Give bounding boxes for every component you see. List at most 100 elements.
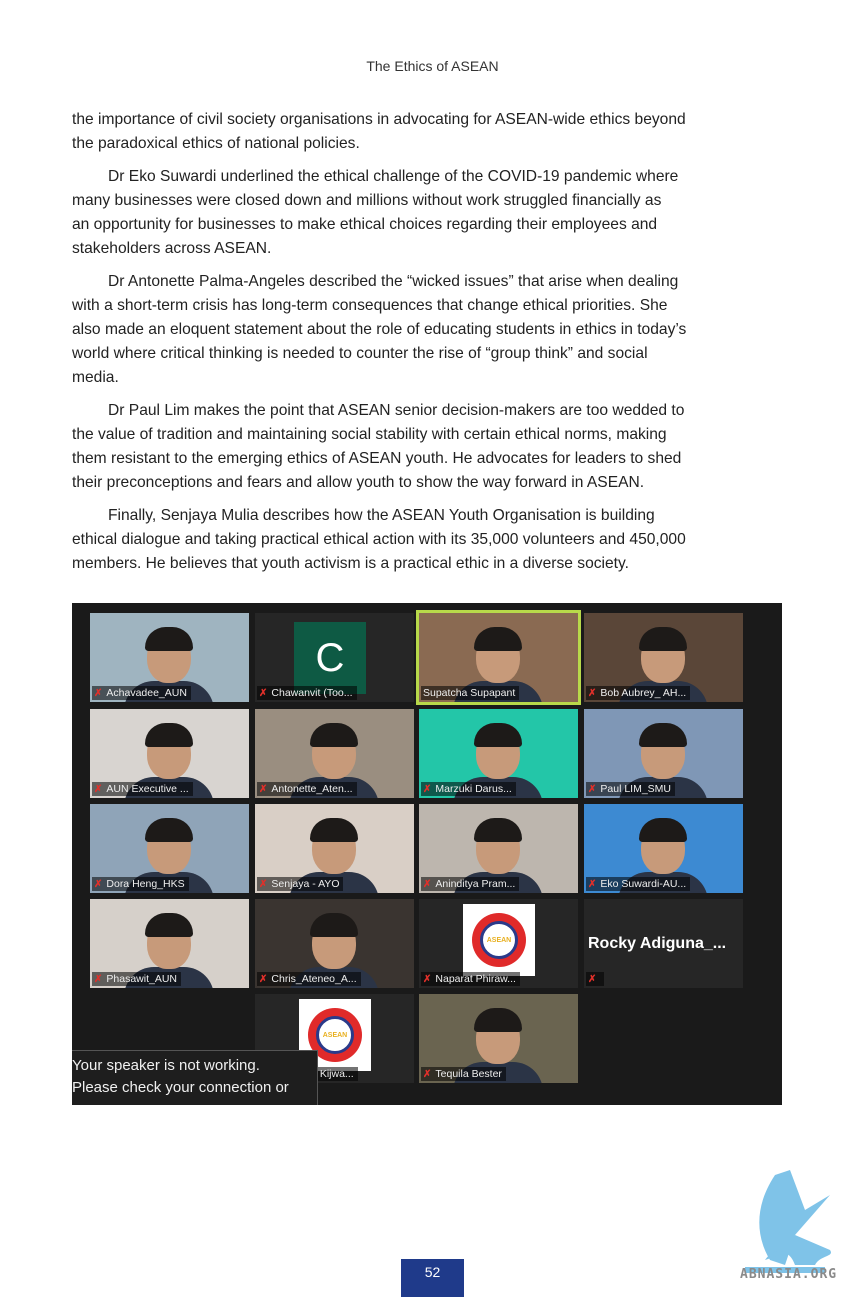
document-page: The Ethics of ASEAN the importance of ci… xyxy=(0,0,865,1297)
speaker-warning-toast: Your speaker is not working. Please chec… xyxy=(72,1050,318,1105)
participant-tile[interactable]: ✗ Achavadee_AUN xyxy=(90,613,249,702)
person-hair xyxy=(639,627,687,651)
name-tag: ✗ Bob Aubrey_ AH... xyxy=(586,686,691,700)
participant-name: Chris_Ateneo_A... xyxy=(271,973,357,985)
paragraph: Dr Eko Suwardi underlined the ethical ch… xyxy=(72,165,772,261)
participant-tile[interactable]: ✗ Marzuki Darus... xyxy=(419,709,578,798)
person-hair xyxy=(310,913,358,937)
toast-line: Please check your connection or xyxy=(72,1079,289,1096)
participant-tile[interactable]: ✗ Eko Suwardi-AU... xyxy=(584,804,743,893)
muted-mic-icon: ✗ xyxy=(423,879,432,890)
participant-name: Supatcha Supapant xyxy=(423,687,516,699)
participant-tile[interactable]: ✗ Chris_Ateneo_A... xyxy=(255,899,414,988)
name-tag: ✗ Achavadee_AUN xyxy=(92,686,191,700)
muted-mic-icon: ✗ xyxy=(94,784,103,795)
name-tag: ✗ xyxy=(586,972,605,986)
toast-line: Your speaker is not working. xyxy=(72,1057,260,1074)
muted-mic-icon: ✗ xyxy=(423,784,432,795)
participant-name: Phasawit_AUN xyxy=(106,973,178,985)
participant-tile[interactable]: ✗ Tequila Bester xyxy=(419,994,578,1083)
text-line: stakeholders across ASEAN. xyxy=(72,240,272,257)
name-tag: ✗ AUN Executive ... xyxy=(92,782,193,796)
page-number: 52 xyxy=(401,1259,464,1297)
person-hair xyxy=(474,818,522,842)
participant-name: Chawanvit (Too... xyxy=(271,687,353,699)
name-tag: ✗ Chawanvit (Too... xyxy=(257,686,357,700)
person-hair xyxy=(474,723,522,747)
participant-tile[interactable]: Supatcha Supapant xyxy=(416,610,581,705)
muted-mic-icon: ✗ xyxy=(94,688,103,699)
muted-mic-icon: ✗ xyxy=(588,688,597,699)
name-tag: ✗ Dora Heng_HKS xyxy=(92,877,189,891)
participant-name: Naparat Phiraw... xyxy=(435,973,516,985)
paragraph: Finally, Senjaya Mulia describes how the… xyxy=(72,504,772,576)
name-tag: ✗ Senjaya - AYO xyxy=(257,877,344,891)
participant-name: Aninditya Pram... xyxy=(435,878,516,890)
participant-name: Dora Heng_HKS xyxy=(106,878,185,890)
name-tag: ✗ Tequila Bester xyxy=(421,1067,506,1081)
text-line: with a short-term crisis has long-term c… xyxy=(72,297,668,314)
text-line: the paradoxical ethics of national polic… xyxy=(72,135,360,152)
name-tag: ✗ Paul LIM_SMU xyxy=(586,782,675,796)
participant-name: Senjaya - AYO xyxy=(271,878,340,890)
name-tag: ✗ Aninditya Pram... xyxy=(421,877,520,891)
name-tag: ✗ Chris_Ateneo_A... xyxy=(257,972,361,986)
paragraph: Dr Paul Lim makes the point that ASEAN s… xyxy=(72,399,772,495)
text-line: the value of tradition and maintaining s… xyxy=(72,426,667,443)
running-header: The Ethics of ASEAN xyxy=(366,58,499,74)
name-tag: ✗ Marzuki Darus... xyxy=(421,782,516,796)
muted-mic-icon: ✗ xyxy=(94,879,103,890)
muted-mic-icon: ✗ xyxy=(423,1069,432,1080)
person-hair xyxy=(145,723,193,747)
muted-mic-icon: ✗ xyxy=(94,974,103,985)
muted-mic-icon: ✗ xyxy=(588,974,597,985)
paragraph: the importance of civil society organisa… xyxy=(72,108,772,156)
participant-tile[interactable]: ✗ Dora Heng_HKS xyxy=(90,804,249,893)
person-hair xyxy=(145,627,193,651)
participant-name: Paul LIM_SMU xyxy=(600,783,671,795)
body-text: the importance of civil society organisa… xyxy=(72,108,772,585)
text-line: Dr Antonette Palma-Angeles described the… xyxy=(108,273,679,290)
asean-logo-icon: ASEAN xyxy=(463,904,535,976)
participant-name: Bob Aubrey_ AH... xyxy=(600,687,687,699)
participant-name-large: Rocky Adiguna_... xyxy=(588,935,727,952)
text-line: the importance of civil society organisa… xyxy=(72,111,686,128)
participant-name: Eko Suwardi-AU... xyxy=(600,878,687,890)
participant-tile[interactable]: ✗ Senjaya - AYO xyxy=(255,804,414,893)
name-tag: ✗ Antonette_Aten... xyxy=(257,782,357,796)
text-line: them resistant to the emerging ethics of… xyxy=(72,450,682,467)
person-hair xyxy=(145,818,193,842)
text-line: ethical dialogue and taking practical et… xyxy=(72,531,686,548)
participant-tile[interactable]: ASEAN ✗ Naparat Phiraw... xyxy=(419,899,578,988)
participant-name: Antonette_Aten... xyxy=(271,783,353,795)
muted-mic-icon: ✗ xyxy=(259,688,268,699)
text-line: world where critical thinking is needed … xyxy=(72,345,648,362)
participant-tile[interactable]: ✗ Phasawit_AUN xyxy=(90,899,249,988)
watermark-text: ABNASIA.ORG xyxy=(740,1267,838,1282)
text-line: also made an eloquent statement about th… xyxy=(72,321,687,338)
participant-tile[interactable]: Rocky Adiguna_... ✗ xyxy=(584,899,743,988)
participant-tile[interactable]: C ✗ Chawanvit (Too... xyxy=(255,613,414,702)
name-tag: ✗ Naparat Phiraw... xyxy=(421,972,520,986)
text-line: many businesses were closed down and mil… xyxy=(72,192,662,209)
name-tag: ✗ Phasawit_AUN xyxy=(92,972,182,986)
text-line: Dr Eko Suwardi underlined the ethical ch… xyxy=(108,168,679,185)
name-tag: ✗ Eko Suwardi-AU... xyxy=(586,877,691,891)
muted-mic-icon: ✗ xyxy=(588,879,597,890)
person-hair xyxy=(639,818,687,842)
participant-tile[interactable]: ✗ AUN Executive ... xyxy=(90,709,249,798)
text-line: media. xyxy=(72,369,119,386)
muted-mic-icon: ✗ xyxy=(423,974,432,985)
text-line: an opportunity for businesses to make et… xyxy=(72,216,658,233)
participant-name: Marzuki Darus... xyxy=(435,783,512,795)
participant-tile[interactable]: ✗ Aninditya Pram... xyxy=(419,804,578,893)
participant-tile[interactable]: ✗ Paul LIM_SMU xyxy=(584,709,743,798)
person-hair xyxy=(145,913,193,937)
participant-tile[interactable]: ✗ Antonette_Aten... xyxy=(255,709,414,798)
text-line: members. He believes that youth activism… xyxy=(72,555,629,572)
participant-name: AUN Executive ... xyxy=(106,783,189,795)
muted-mic-icon: ✗ xyxy=(259,974,268,985)
text-line: Dr Paul Lim makes the point that ASEAN s… xyxy=(108,402,685,419)
participant-name: Achavadee_AUN xyxy=(106,687,187,699)
participant-tile[interactable]: ✗ Bob Aubrey_ AH... xyxy=(584,613,743,702)
